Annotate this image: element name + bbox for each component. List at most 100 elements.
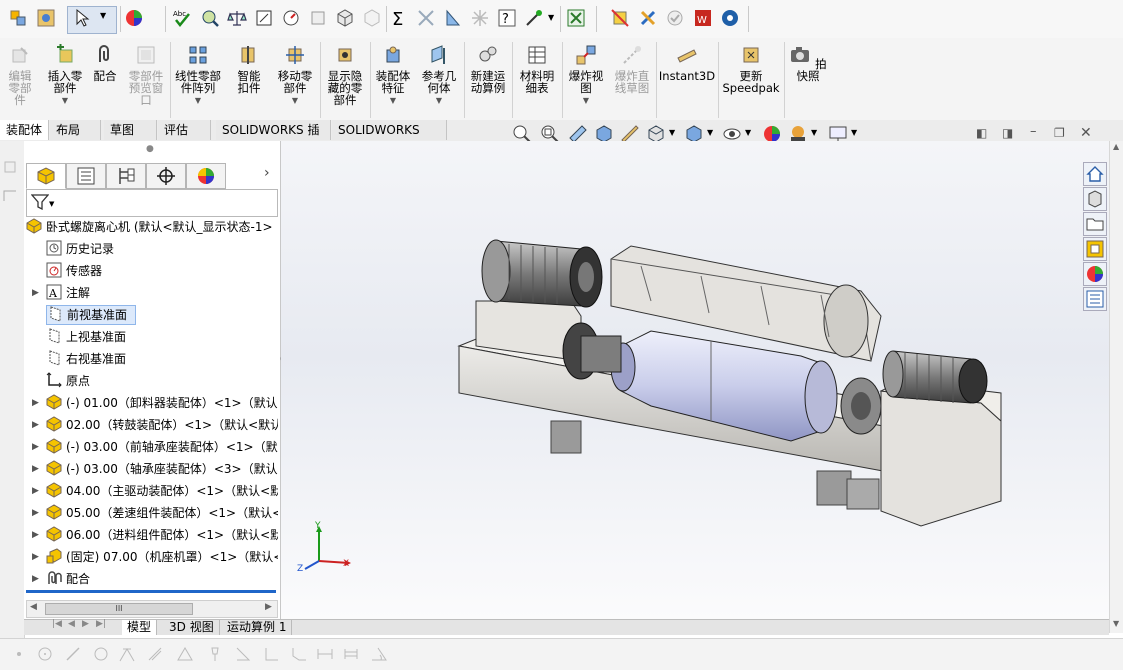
offset-icon[interactable] xyxy=(146,645,164,663)
tree-item-subassembly[interactable]: (-) 03.00（轴承座装配体）<3>（默认< xyxy=(46,459,278,479)
hide-show-dropdown-icon[interactable]: ▼ xyxy=(745,128,751,137)
insert-component-dropdown-icon[interactable]: ▼ xyxy=(44,95,86,107)
magic-icon[interactable] xyxy=(524,8,544,28)
scroll-right-icon[interactable]: ▶ xyxy=(265,602,272,612)
tree-root-assembly[interactable]: 卧式螺旋离心机 (默认<默认_显示状态-1> xyxy=(26,217,278,237)
tab-property-manager[interactable] xyxy=(66,163,106,189)
expand-subassembly-icon[interactable]: ▶ xyxy=(32,415,40,435)
tab-display-manager[interactable] xyxy=(186,163,226,189)
move-component-button[interactable]: 移动零部件 ▼ xyxy=(272,44,318,107)
trim-icon[interactable] xyxy=(118,645,136,663)
assembly-feature-dropdown-icon[interactable]: ▼ xyxy=(372,95,414,107)
scroll-up-icon[interactable]: ▲ xyxy=(1113,142,1119,151)
tree-item-subassembly[interactable]: (-) 01.00（卸料器装配体）<1>（默认< xyxy=(46,393,278,413)
tree-item-right-plane[interactable]: 右视基准面 xyxy=(46,349,278,369)
expand-subassembly-icon[interactable]: ▶ xyxy=(32,437,40,457)
linear-pattern-dropdown-icon[interactable]: ▼ xyxy=(172,95,224,107)
tree-item-origin[interactable]: 原点 xyxy=(46,371,278,391)
expand-fixed-part-icon[interactable]: ▶ xyxy=(32,547,40,567)
close-excel-icon[interactable] xyxy=(566,8,586,28)
smart-fastener-button[interactable]: 智能扣件 xyxy=(228,44,270,94)
graphics-area[interactable]: Y X Z xyxy=(281,141,1109,619)
assembly-feature-button[interactable]: 装配体特征 ▼ xyxy=(372,44,414,107)
explode-line-sketch-button[interactable]: 爆炸直线草图 xyxy=(610,44,654,94)
tree-item-annotations[interactable]: A 注解 xyxy=(46,283,278,303)
tab-evaluate[interactable]: 评估 xyxy=(158,120,211,140)
corner-icon[interactable] xyxy=(262,645,280,663)
exploded-view-dropdown-icon[interactable]: ▼ xyxy=(564,95,608,107)
line-icon[interactable] xyxy=(64,645,82,663)
last-tab-icon[interactable]: ▶| xyxy=(96,619,106,629)
chamfer-icon[interactable] xyxy=(290,645,308,663)
tree-item-subassembly[interactable]: 02.00（转鼓装配体）<1>（默认<默认 xyxy=(46,415,278,435)
clearance-icon[interactable] xyxy=(443,8,463,28)
show-hidden-button[interactable]: 显示隐藏的零部件 xyxy=(322,44,368,106)
help-icon[interactable]: ? xyxy=(497,8,517,28)
expand-subassembly-icon[interactable]: ▶ xyxy=(32,481,40,501)
circle-icon[interactable] xyxy=(36,645,54,663)
point-icon[interactable] xyxy=(10,645,28,663)
tree-hscroll-thumb[interactable]: III xyxy=(45,603,193,615)
restore-right-icon[interactable]: ◨ xyxy=(1002,126,1013,140)
select-dropdown-icon[interactable]: ▼ xyxy=(100,11,106,20)
appearances-tab[interactable] xyxy=(1083,262,1107,286)
first-tab-icon[interactable]: |◀ xyxy=(52,619,62,629)
tools-icon[interactable] xyxy=(308,8,328,28)
spell-check-icon[interactable]: Abc xyxy=(172,8,192,28)
centrifuge-3d-model[interactable] xyxy=(281,141,1109,619)
panel-splitter-dot[interactable]: ● xyxy=(146,144,154,154)
expand-subassembly-icon[interactable]: ▶ xyxy=(32,525,40,545)
angle-icon[interactable] xyxy=(234,645,252,663)
tree-rollback-bar[interactable] xyxy=(26,590,276,593)
horizontal-dimension-icon[interactable] xyxy=(342,645,360,663)
expand-annotations-icon[interactable]: ▶ xyxy=(32,283,40,303)
tree-item-front-plane[interactable]: 前视基准面 xyxy=(46,305,136,325)
interference-icon[interactable] xyxy=(416,8,436,28)
tab-assembly[interactable]: 装配体 xyxy=(0,120,49,140)
pin-icon[interactable] xyxy=(206,645,224,663)
tree-item-subassembly[interactable]: 06.00（进料组件配体）<1>（默认<默 xyxy=(46,525,278,545)
tab-feature-tree[interactable] xyxy=(26,163,66,189)
sketch-icon[interactable] xyxy=(2,159,20,177)
magic-dropdown-icon[interactable]: ▼ xyxy=(548,13,554,22)
close-icon[interactable]: ✕ xyxy=(1080,125,1092,141)
snapshot-button[interactable]: 拍快照 xyxy=(786,44,830,82)
angle-dimension-icon[interactable] xyxy=(370,645,388,663)
reference-icon[interactable] xyxy=(638,8,658,28)
new-motion-study-button[interactable]: 新建运动算例 xyxy=(466,44,510,94)
tab-motion-study-1[interactable]: 运动算例 1 xyxy=(222,620,293,635)
view-palette-tab[interactable] xyxy=(1083,237,1107,261)
tab-solidworks-addins[interactable]: SOLIDWORKS 插件 xyxy=(216,120,331,157)
dimension-icon[interactable] xyxy=(316,645,334,663)
tab-configuration-manager[interactable] xyxy=(106,163,146,189)
options-icon[interactable] xyxy=(36,8,56,28)
next-tab-icon[interactable]: ▶ xyxy=(82,619,89,629)
update-speedpak-button[interactable]: 更新Speedpak xyxy=(720,44,782,94)
expand-subassembly-icon[interactable]: ▶ xyxy=(32,393,40,413)
instant3d-button[interactable]: Instant3D xyxy=(658,44,716,82)
file-explorer-tab[interactable] xyxy=(1083,212,1107,236)
maximize-icon[interactable]: ❐ xyxy=(1054,126,1065,140)
tree-filter[interactable]: ▼ xyxy=(26,189,278,217)
select-arrow-icon[interactable] xyxy=(72,8,92,28)
view-settings-dropdown-icon[interactable]: ▼ xyxy=(851,128,857,137)
tab-solidworks-mbd[interactable]: SOLIDWORKS MBD xyxy=(332,120,447,157)
tree-hscrollbar[interactable]: ◀ III ▶ xyxy=(26,600,278,618)
mate-button[interactable]: 配合 xyxy=(90,44,120,82)
find-icon[interactable] xyxy=(200,8,220,28)
tree-item-sensors[interactable]: 传感器 xyxy=(46,261,278,281)
graphics-vscrollbar[interactable]: ▲ ▼ xyxy=(1109,141,1123,633)
bom-button[interactable]: 材料明细表 xyxy=(514,44,560,94)
insert-component-button[interactable]: 插入零部件 ▼ xyxy=(44,44,86,107)
rebuild-icon[interactable] xyxy=(610,8,630,28)
tree-item-subassembly[interactable]: (-) 03.00（前轴承座装配体）<1>（默认 xyxy=(46,437,278,457)
tree-item-top-plane[interactable]: 上视基准面 xyxy=(46,327,278,347)
reference-geometry-button[interactable]: 参考几何体 ▼ xyxy=(416,44,462,107)
star-icon[interactable] xyxy=(470,8,490,28)
tree-item-history[interactable]: 历史记录 xyxy=(46,239,278,259)
component-preview-button[interactable]: 零部件预览窗口 xyxy=(124,44,168,106)
tab-sketch[interactable]: 草图 xyxy=(104,120,157,140)
move-component-dropdown-icon[interactable]: ▼ xyxy=(272,95,318,107)
tree-item-mates[interactable]: 配合 xyxy=(46,569,278,589)
triangle-icon[interactable] xyxy=(176,645,194,663)
